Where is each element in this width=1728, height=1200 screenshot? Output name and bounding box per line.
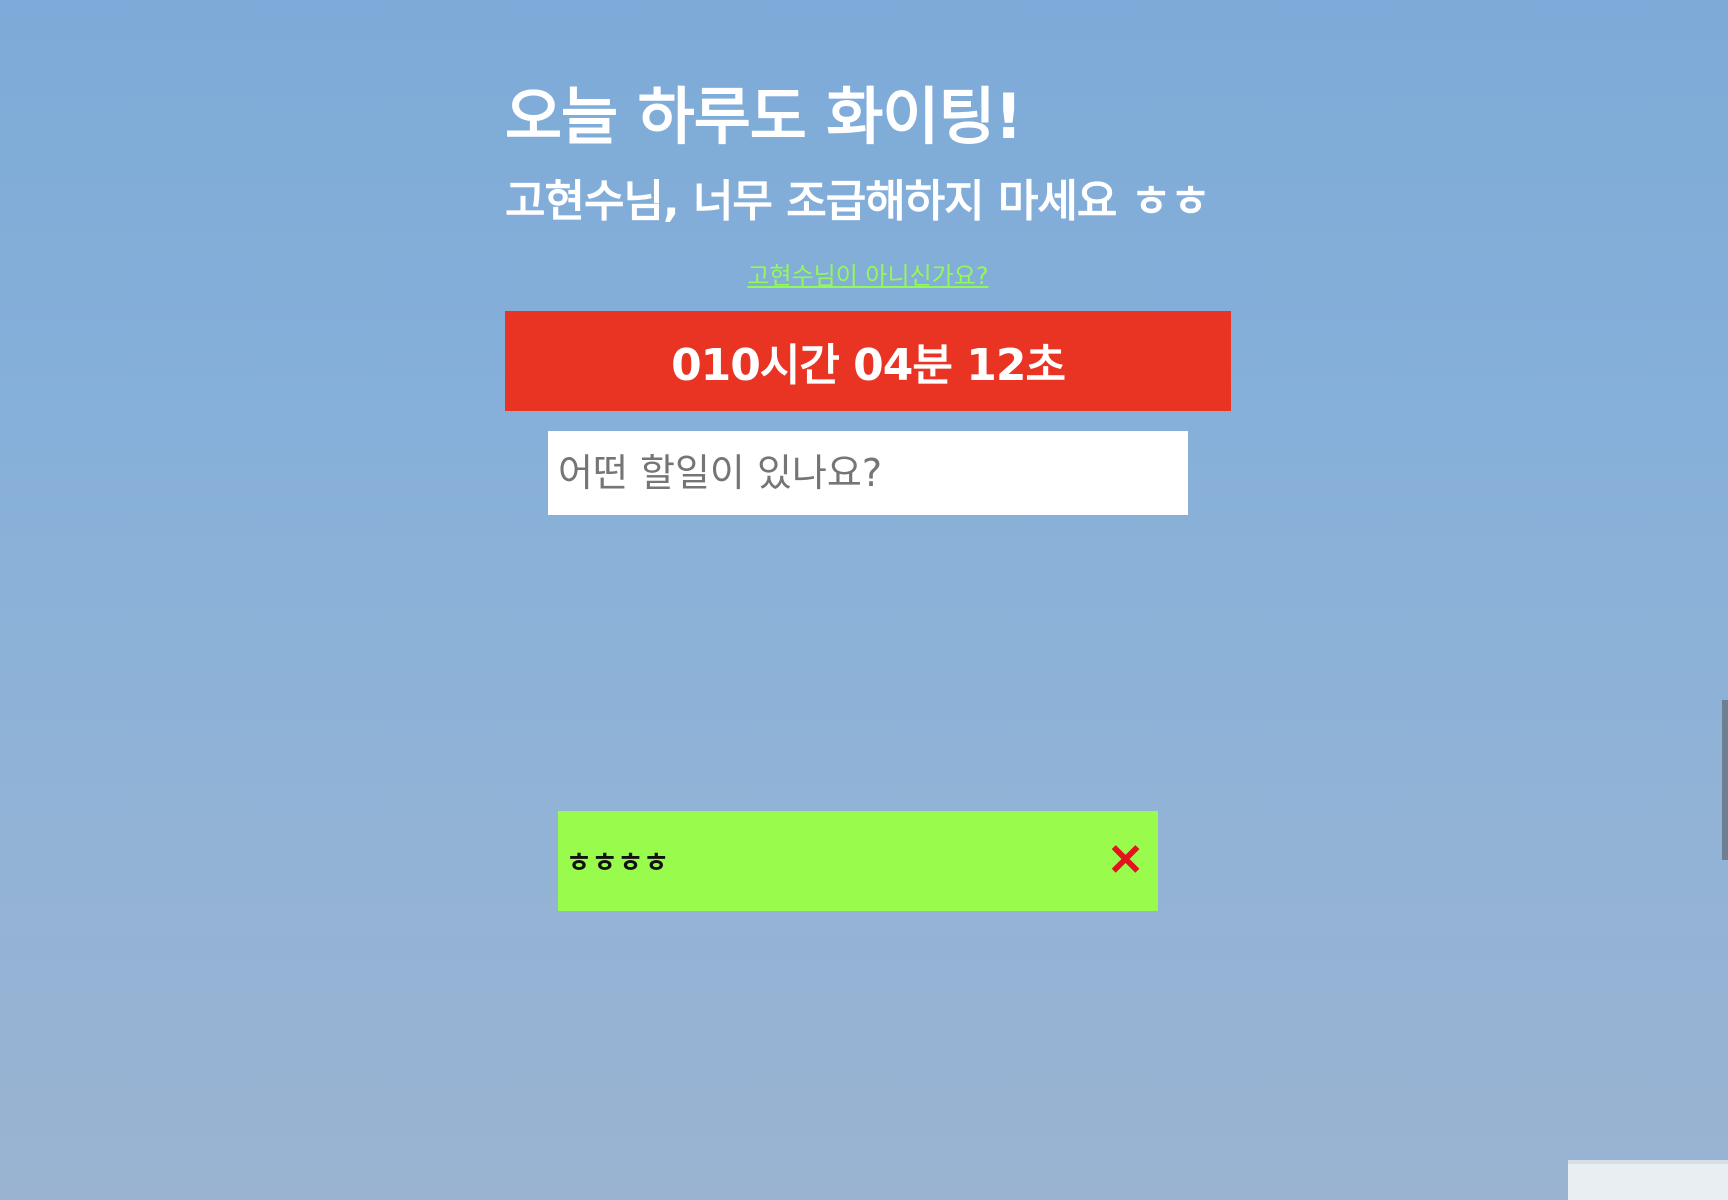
todo-list: ㅎㅎㅎㅎ ✕ — [558, 811, 1158, 911]
todo-input[interactable] — [548, 431, 1188, 515]
change-user-link[interactable]: 고현수님이 아니신가요? — [747, 256, 988, 291]
background-building — [1568, 1160, 1728, 1200]
todo-item: ㅎㅎㅎㅎ ✕ — [558, 811, 1158, 911]
delete-todo-button[interactable]: ✕ — [1101, 839, 1150, 883]
todo-item-text: ㅎㅎㅎㅎ — [566, 846, 670, 879]
background-pole — [1722, 700, 1728, 860]
main-panel: 오늘 하루도 화이팅! 고현수님, 너무 조급해하지 마세요 ㅎㅎ 고현수님이 … — [505, 80, 1231, 515]
greeting-title: 오늘 하루도 화이팅! — [505, 80, 1023, 153]
clock-display: 010시간 04분 12초 — [505, 311, 1231, 411]
greeting-subtitle: 고현수님, 너무 조급해하지 마세요 ㅎㅎ — [505, 176, 1211, 227]
